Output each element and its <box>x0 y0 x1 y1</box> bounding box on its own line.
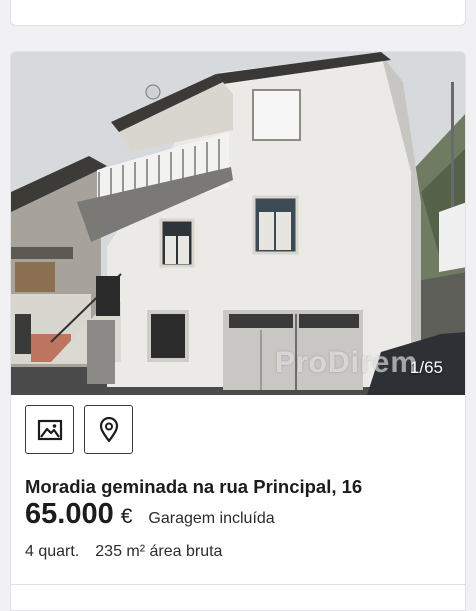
listing-actions <box>25 405 133 454</box>
listing-photo[interactable]: ProDirem 1/65 <box>11 52 465 395</box>
listing-price: 65.000 <box>25 498 114 530</box>
map-button[interactable] <box>84 405 133 454</box>
previous-listing-card[interactable] <box>10 0 466 26</box>
listing-card[interactable]: ProDirem 1/65 Moradia geminada na rua Pr… <box>10 51 466 611</box>
card-divider <box>11 584 465 585</box>
price-row: 65.000 € Garagem incluída <box>25 498 275 531</box>
photo-counter: 1/65 <box>409 358 443 377</box>
house-photo-image <box>11 52 465 395</box>
gross-area: 235 m² área bruta <box>95 543 223 560</box>
map-pin-icon <box>99 416 118 442</box>
price-currency: € <box>120 505 133 528</box>
photo-watermark: ProDirem <box>275 346 419 379</box>
listing-details: 4 quart. 235 m² área bruta <box>25 543 222 561</box>
rooms-count: 4 quart. <box>25 543 80 560</box>
price-extra: Garagem incluída <box>148 510 275 527</box>
image-icon <box>37 419 62 440</box>
listing-title[interactable]: Moradia geminada na rua Principal, 16 <box>25 476 455 498</box>
photos-button[interactable] <box>25 405 74 454</box>
